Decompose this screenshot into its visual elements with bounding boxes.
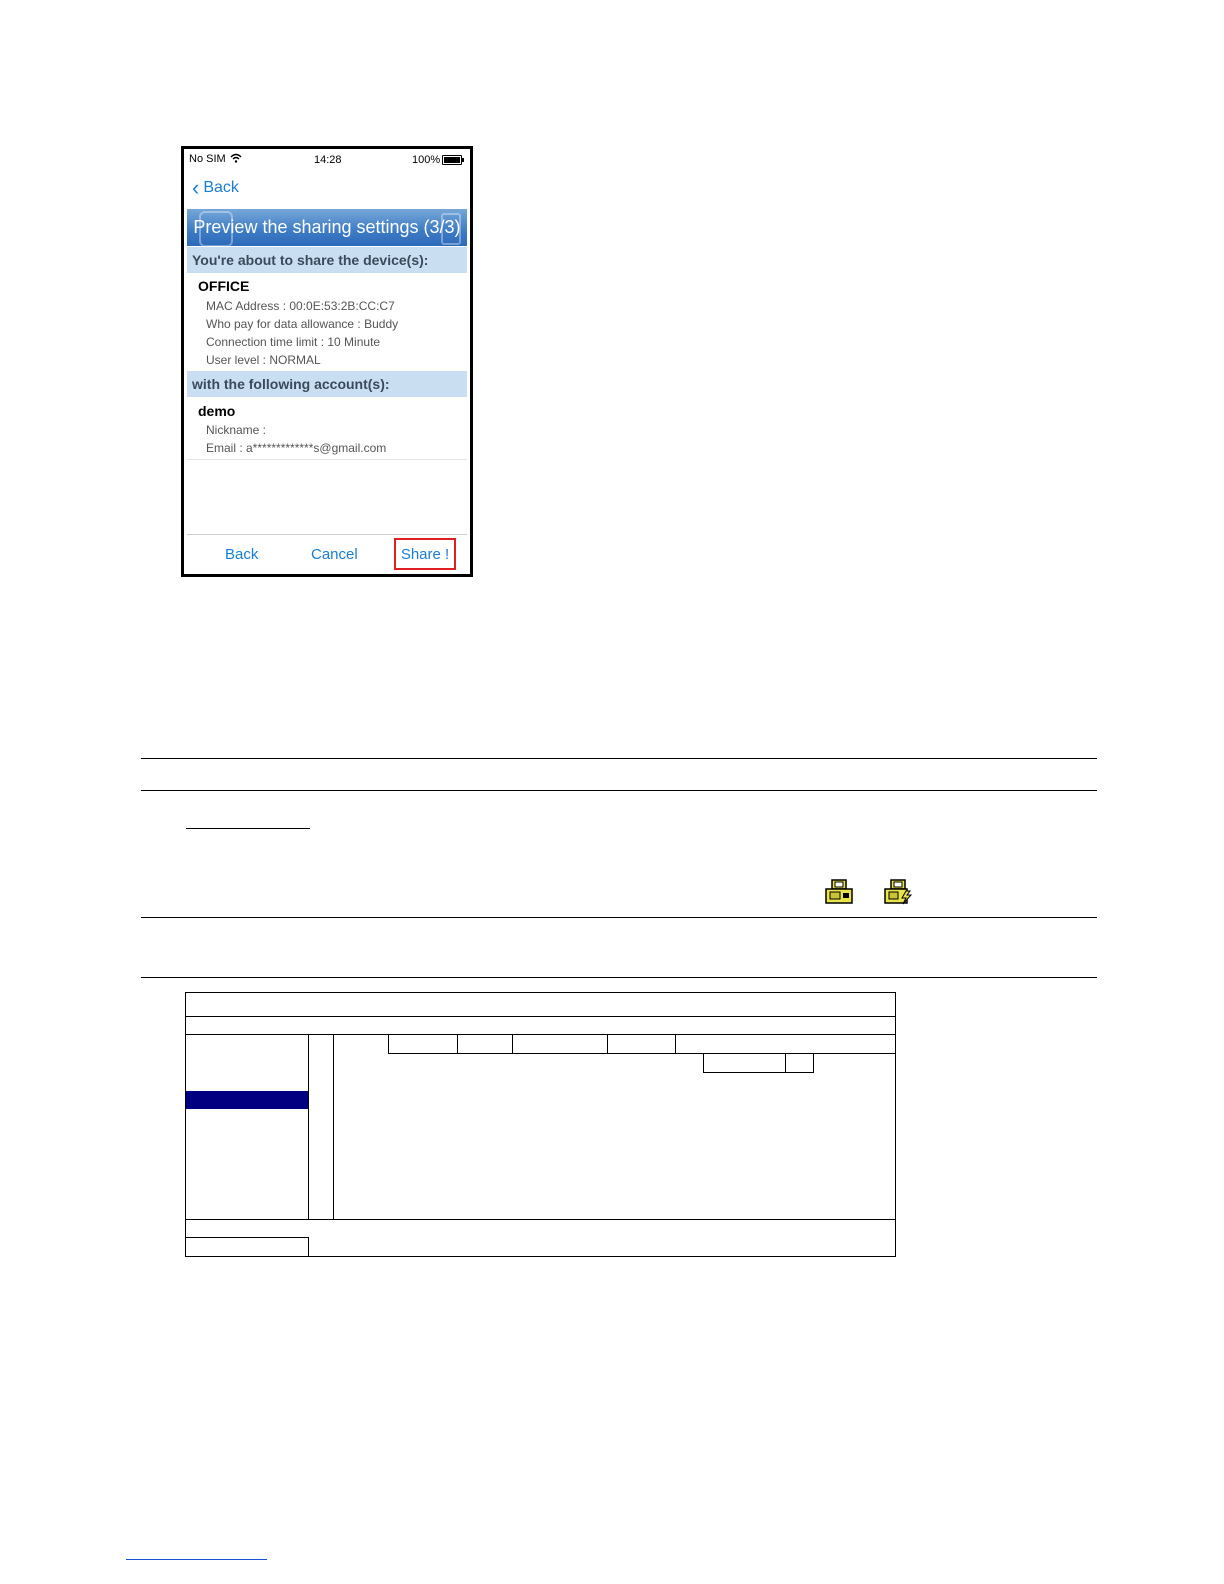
value-field[interactable]: [703, 1053, 786, 1073]
page-title: Preview the sharing settings (3/3): [193, 217, 461, 237]
device-mac: MAC Address : 00:0E:53:2B:CC:C7: [206, 299, 395, 313]
wifi-icon: [230, 153, 242, 166]
empty-area: [187, 459, 467, 535]
clock-label: 14:28: [314, 154, 342, 166]
battery-icon: [442, 155, 464, 165]
heading-underline: [186, 828, 310, 829]
device-time-limit: Connection time limit : 10 Minute: [206, 335, 381, 349]
toolbar-cancel-button[interactable]: Cancel: [311, 546, 358, 563]
device-payer: Who pay for data allowance : Buddy: [206, 317, 399, 331]
divider: [141, 977, 1097, 978]
device-user-level: User level : NORMAL: [206, 353, 321, 367]
toolbar-back-button[interactable]: Back: [225, 546, 258, 563]
account-nickname: Nickname :: [206, 423, 267, 437]
device-section-header: You're about to share the device(s):: [187, 247, 467, 273]
menu-tab[interactable]: [512, 1034, 608, 1054]
phone-screenshot: No SIM 14:28 100% ‹ Back Preview the sha…: [181, 146, 473, 577]
account-email: Email : a*************s@gmail.com: [206, 441, 387, 455]
page-title-bar: Preview the sharing settings (3/3): [187, 209, 467, 247]
footer-button[interactable]: [185, 1237, 309, 1257]
footnote-link-underline[interactable]: [126, 1559, 267, 1560]
divider: [141, 790, 1097, 791]
sidebar-selected-item[interactable]: [186, 1091, 308, 1109]
menu-tab[interactable]: [607, 1034, 676, 1054]
share-button[interactable]: Share !: [394, 538, 456, 570]
divider: [141, 758, 1097, 759]
menu-sidebar: [185, 1034, 309, 1220]
dvr-status-icon: [825, 879, 853, 905]
bottom-toolbar: Back Cancel Share !: [187, 534, 467, 574]
account-name: demo: [198, 403, 236, 419]
dvr-alert-icon: [884, 879, 913, 905]
device-name: OFFICE: [198, 278, 250, 294]
status-bar: No SIM 14:28 100%: [184, 149, 470, 171]
nav-back-label: Back: [203, 179, 239, 196]
menu-tab[interactable]: [388, 1034, 458, 1054]
account-section-header: with the following account(s):: [187, 371, 467, 397]
nav-back-button[interactable]: ‹ Back: [192, 175, 239, 200]
menu-title-strip: [185, 1016, 896, 1035]
battery-percent: 100%: [412, 154, 441, 166]
menu-tab[interactable]: [457, 1034, 513, 1054]
chevron-left-icon: ‹: [192, 175, 200, 200]
value-dropdown-toggle[interactable]: [785, 1053, 814, 1073]
divider: [141, 917, 1097, 918]
carrier-label: No SIM: [189, 153, 226, 165]
menu-tab[interactable]: [675, 1034, 896, 1054]
